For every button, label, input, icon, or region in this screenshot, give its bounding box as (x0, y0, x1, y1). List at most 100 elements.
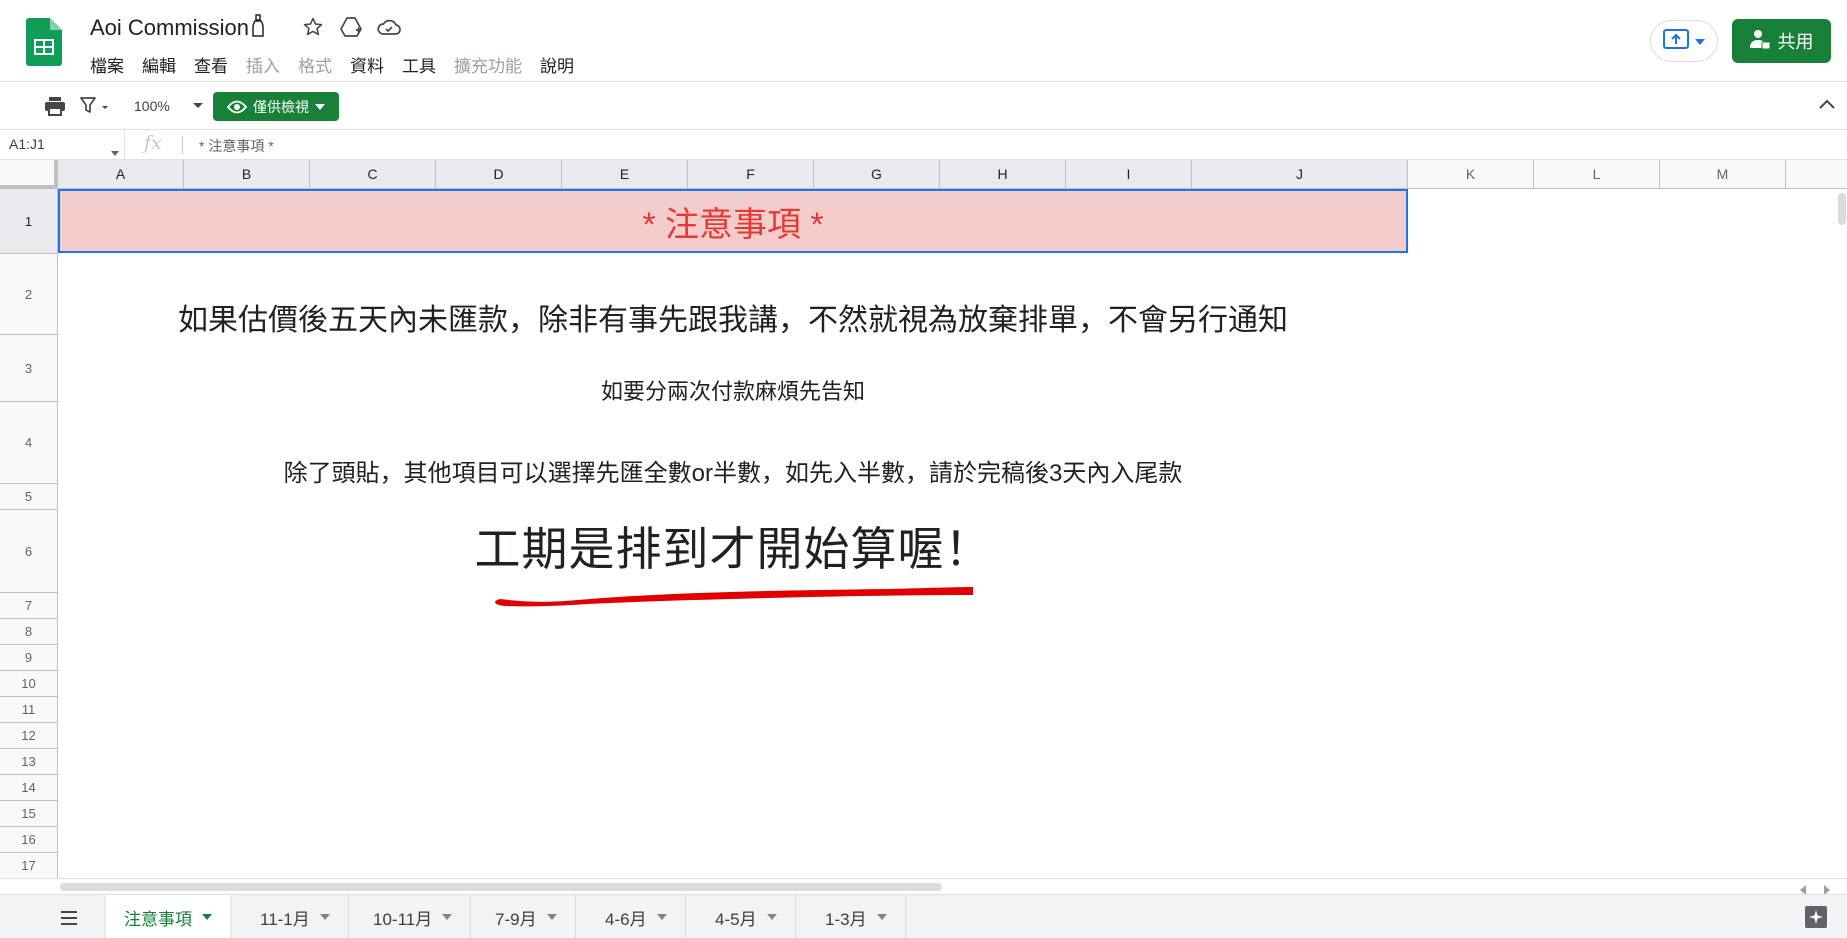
sheet-tab-notice[interactable]: 注意事項 (106, 895, 230, 938)
horizontal-scrollbar-thumb[interactable] (60, 883, 942, 891)
column-header-l[interactable]: L (1534, 160, 1660, 189)
sheet-tab-11-1[interactable]: 11-1月 (242, 895, 349, 938)
menu-item-help[interactable]: 說明 (540, 52, 583, 77)
red-underline-drawing (495, 587, 973, 607)
row-header-10[interactable]: 10 (0, 671, 58, 697)
column-header-a[interactable]: A (58, 160, 184, 189)
cloud-saved-icon[interactable] (376, 14, 402, 40)
sheet-tab-label: 4-5月 (715, 909, 757, 929)
menu-item-data[interactable]: 資料 (350, 52, 393, 77)
horizontal-scrollbar[interactable] (0, 878, 1847, 895)
collapse-toolbar-icon[interactable] (1816, 94, 1838, 116)
row-header-6[interactable]: 6 (0, 510, 58, 593)
column-header-m[interactable]: M (1660, 160, 1786, 189)
zoom-chevron-icon (192, 103, 203, 108)
menu-bar: 檔案 編輯 查看 插入 格式 資料 工具 擴充功能 說明 (90, 52, 592, 77)
sheet-tab-7-9[interactable]: 7-9月 (477, 895, 576, 938)
present-icon (1663, 28, 1689, 54)
tab-chevron-icon[interactable] (319, 914, 330, 920)
name-box-chevron-icon[interactable] (111, 143, 119, 161)
column-header-g[interactable]: G (814, 160, 940, 189)
row-header-9[interactable]: 9 (0, 645, 58, 671)
row-header-12[interactable]: 12 (0, 723, 58, 749)
share-label: 共用 (1777, 32, 1814, 52)
menu-item-view[interactable]: 查看 (194, 52, 237, 77)
spreadsheet-app: Aoi Commission 檔案 編輯 查看 插入 格式 資料 工具 擴充功能… (0, 0, 1847, 938)
present-button[interactable] (1650, 20, 1718, 62)
eye-icon (227, 100, 247, 113)
document-title[interactable]: Aoi Commission (90, 14, 265, 41)
print-button[interactable] (44, 92, 66, 120)
row-header-11[interactable]: 11 (0, 697, 58, 723)
row-header-5[interactable]: 5 (0, 484, 58, 510)
row-header-7[interactable]: 7 (0, 593, 58, 619)
cell-a3-text: 如要分兩次付款麻煩先告知 (600, 379, 865, 404)
sheets-logo-icon[interactable] (26, 18, 62, 66)
menu-item-insert: 插入 (246, 57, 280, 76)
move-to-drive-icon[interactable] (338, 14, 364, 40)
tab-chevron-icon[interactable] (876, 914, 887, 920)
column-header-k[interactable]: K (1408, 160, 1534, 189)
column-header-h[interactable]: H (940, 160, 1066, 189)
column-header-j[interactable]: J (1192, 160, 1408, 189)
row-header-2[interactable]: 2 (0, 254, 58, 335)
tab-chevron-icon[interactable] (546, 914, 557, 920)
sheet-tab-label: 11-1月 (260, 909, 310, 929)
share-button[interactable]: 共用 (1732, 19, 1831, 63)
select-all-corner[interactable] (0, 160, 58, 189)
row-header-1[interactable]: 1 (0, 189, 58, 254)
view-only-button[interactable]: 僅供檢視 (213, 92, 339, 121)
formula-bar: A1:J1 fx * 注意事項 * (0, 130, 1847, 160)
cell-a1-title: * 注意事項 * (642, 205, 824, 244)
column-header-d[interactable]: D (436, 160, 562, 189)
row-header-16[interactable]: 16 (0, 827, 58, 853)
tab-chevron-icon[interactable] (766, 914, 777, 920)
menu-item-file[interactable]: 檔案 (90, 52, 133, 77)
sheet-tab-bar: 注意事項 11-1月 10-11月 7-9月 4-6月 4-5月 1-3月 (0, 894, 1847, 938)
column-header-f[interactable]: F (688, 160, 814, 189)
sheet-tab-10-11[interactable]: 10-11月 (355, 895, 472, 938)
menu-item-edit[interactable]: 編輯 (142, 52, 185, 77)
tab-chevron-icon[interactable] (202, 914, 212, 920)
row-header-3[interactable]: 3 (0, 335, 58, 402)
formula-input[interactable]: * 注意事項 * (199, 136, 274, 156)
column-header-i[interactable]: I (1066, 160, 1192, 189)
fx-icon: fx (144, 132, 162, 154)
sheet-tab-4-6[interactable]: 4-6月 (587, 895, 686, 938)
explore-icon[interactable] (1804, 905, 1828, 929)
print-icon (45, 97, 65, 116)
row-header-15[interactable]: 15 (0, 801, 58, 827)
row-header-4[interactable]: 4 (0, 402, 58, 484)
row-header-14[interactable]: 14 (0, 775, 58, 801)
column-header-c[interactable]: C (310, 160, 436, 189)
column-header-n[interactable] (1786, 160, 1847, 189)
sheet-tab-4-5[interactable]: 4-5月 (697, 895, 796, 938)
tab-chevron-icon[interactable] (442, 914, 453, 920)
vertical-scrollbar-thumb[interactable] (1838, 193, 1846, 225)
sheet-tab-1-3[interactable]: 1-3月 (807, 895, 906, 938)
zoom-select[interactable]: 100% (134, 92, 204, 120)
app-header: Aoi Commission 檔案 編輯 查看 插入 格式 資料 工具 擴充功能… (0, 0, 1847, 82)
view-only-label: 僅供檢視 (253, 98, 309, 115)
document-title-text: Aoi Commission (90, 15, 249, 40)
star-icon[interactable] (300, 14, 326, 40)
column-header-e[interactable]: E (562, 160, 688, 189)
sheet-tab-label: 10-11月 (373, 909, 433, 929)
all-sheets-menu-icon[interactable] (58, 909, 82, 927)
formula-separator (182, 136, 183, 154)
column-header-b[interactable]: B (184, 160, 310, 189)
sheet-tab-label: 7-9月 (495, 909, 537, 929)
row-header-8[interactable]: 8 (0, 619, 58, 645)
filter-button[interactable] (80, 92, 110, 120)
filter-icon (80, 97, 108, 113)
vertical-scrollbar[interactable] (1836, 189, 1847, 849)
row-header-13[interactable]: 13 (0, 749, 58, 775)
name-box[interactable]: A1:J1 (0, 130, 125, 160)
menu-item-tools[interactable]: 工具 (402, 52, 445, 77)
chevron-down-icon (1695, 32, 1705, 50)
person-lock-icon (1749, 28, 1770, 55)
sheet-tab-label: 1-3月 (825, 909, 867, 929)
row-header-17[interactable]: 17 (0, 853, 58, 878)
sheet-tab-label: 注意事項 (124, 909, 192, 929)
tab-chevron-icon[interactable] (656, 914, 667, 920)
